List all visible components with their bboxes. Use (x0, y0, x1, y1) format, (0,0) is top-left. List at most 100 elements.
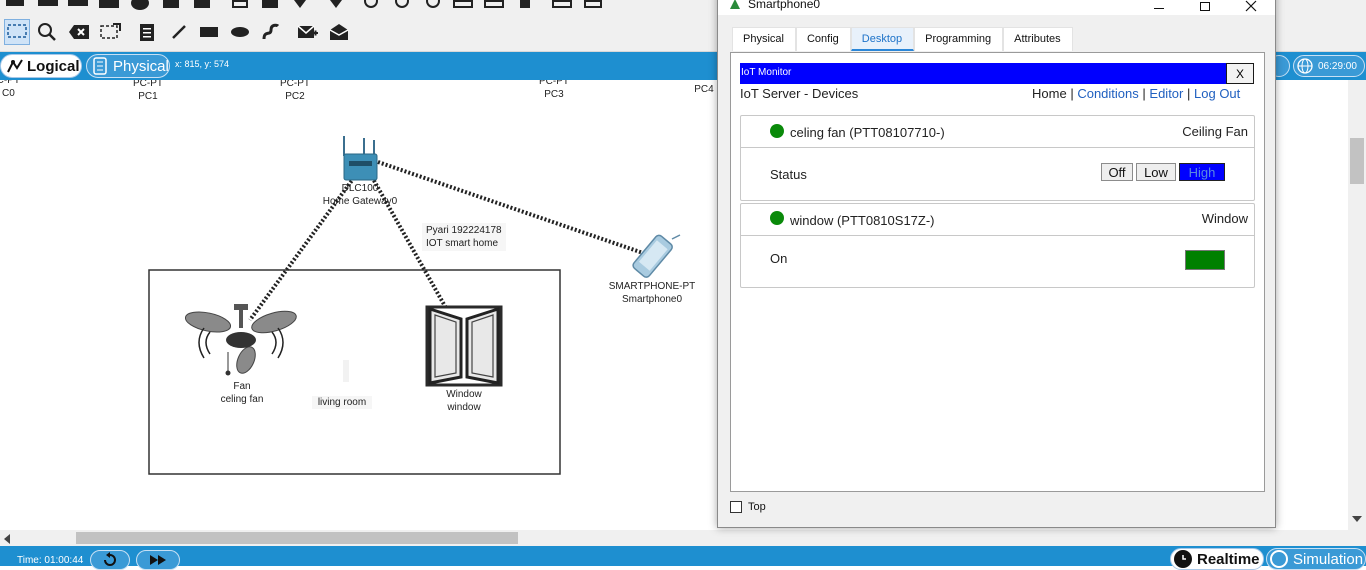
fast-forward-button[interactable] (136, 550, 180, 570)
toolbar-icon[interactable] (6, 0, 24, 6)
toolbar-icon[interactable] (262, 0, 278, 8)
freeform-icon[interactable] (260, 21, 282, 43)
iot-monitor-titlebar: IoT Monitor (740, 63, 1226, 84)
fan-label: Fan celing fan (212, 380, 272, 406)
device-card-header[interactable]: window (PTT0810S17Z-) Window (741, 204, 1254, 236)
status-dot-icon (770, 124, 784, 138)
pc2-name: PC2 (285, 91, 305, 102)
toolbar-icon[interactable] (68, 0, 88, 6)
minimize-button[interactable] (1144, 0, 1174, 13)
fan-high-option[interactable]: High (1179, 163, 1225, 181)
select-icon[interactable] (4, 19, 30, 45)
toolbar-icon[interactable] (163, 0, 179, 8)
scroll-down-arrow-icon[interactable] (1352, 516, 1362, 522)
tab-config[interactable]: Config (795, 27, 851, 51)
clock-time: 06:29:00 (1318, 60, 1357, 72)
physical-icon (91, 56, 109, 76)
clock-button[interactable]: 06:29:00 (1293, 55, 1365, 77)
toolbar-icon[interactable] (520, 0, 530, 8)
pc0-type: PC-PT (0, 80, 20, 86)
vertical-scrollbar[interactable] (1348, 80, 1366, 530)
physical-mode-button[interactable]: Physical (86, 54, 170, 78)
tab-physical[interactable]: Physical (732, 27, 796, 51)
nav-home[interactable]: Home (1032, 86, 1067, 101)
dialog-app-icon (728, 0, 742, 11)
dropdown-arrow-icon[interactable] (294, 0, 306, 8)
zoom-out-icon[interactable] (426, 0, 440, 8)
property-label: Status (770, 167, 807, 182)
maximize-button[interactable] (1190, 0, 1220, 13)
device-name: window (PTT0810S17Z-) (790, 213, 935, 228)
pc3-label: PC-PT PC3 (534, 80, 574, 101)
dialog-titlebar[interactable]: Smartphone0 (718, 0, 1275, 15)
gateway-type: DLC100 (341, 183, 379, 194)
toolbar-icon[interactable] (552, 0, 572, 8)
ceiling-fan-device[interactable] (184, 302, 298, 378)
toolbar-icon[interactable] (38, 0, 58, 6)
info-icon[interactable] (131, 0, 149, 10)
status-bar: Time: 01:00:44 Realtime Simulation (0, 546, 1366, 570)
pc2-label: PC-PT PC2 (275, 80, 315, 103)
iot-close-button[interactable]: X (1226, 63, 1254, 84)
nav-logout[interactable]: Log Out (1194, 86, 1240, 101)
logical-mode-button[interactable]: Logical (0, 54, 82, 78)
zoom-in-icon[interactable] (395, 0, 409, 8)
home-gateway-device[interactable] (340, 136, 380, 182)
toolbar-icon[interactable] (453, 0, 473, 8)
horizontal-scroll-thumb[interactable] (76, 532, 518, 544)
tab-desktop[interactable]: Desktop (850, 27, 915, 51)
minimize-icon (1154, 7, 1164, 9)
status-dot-icon (770, 211, 784, 225)
vertical-scroll-thumb[interactable] (1350, 138, 1364, 184)
toolbar-icon[interactable] (99, 0, 119, 8)
note-text[interactable]: Pyari 192224178 IOT smart home (422, 223, 506, 251)
top-checkbox[interactable] (730, 501, 742, 513)
smartphone-icon (632, 234, 681, 278)
zoom-icon[interactable] (364, 0, 378, 8)
reset-time-button[interactable] (90, 550, 130, 570)
tab-programming[interactable]: Programming (914, 27, 1004, 51)
ellipse-icon[interactable] (229, 21, 251, 43)
simulation-label: Simulation (1293, 550, 1364, 568)
note-icon[interactable] (136, 21, 158, 43)
realtime-label: Realtime (1197, 550, 1260, 568)
search-icon[interactable] (36, 21, 58, 43)
toolbar-icon[interactable] (584, 0, 602, 8)
simulation-button[interactable]: Simulation (1266, 548, 1366, 570)
top-checkbox-label: Top (748, 501, 766, 513)
dropdown-arrow-icon[interactable] (330, 0, 342, 8)
complex-pdu-icon[interactable] (327, 21, 351, 43)
window-device[interactable] (425, 305, 503, 387)
smartphone-device[interactable] (622, 233, 684, 281)
nav-editor[interactable]: Editor (1149, 86, 1183, 101)
tab-attributes[interactable]: Attributes (1003, 27, 1073, 51)
horizontal-scrollbar[interactable] (0, 530, 1366, 546)
realtime-button[interactable]: Realtime (1170, 548, 1264, 570)
pc1-label: PC-PT PC1 (128, 80, 168, 103)
nav-conditions[interactable]: Conditions (1077, 86, 1138, 101)
device-card-header[interactable]: celing fan (PTT08107710-) Ceiling Fan (741, 116, 1254, 148)
window-label: Window window (434, 388, 494, 414)
iot-nav: Home | Conditions | Editor | Log Out (1032, 86, 1240, 101)
room-label: living room (312, 396, 372, 409)
physical-mode-label: Physical (113, 57, 169, 75)
delete-icon[interactable] (67, 21, 91, 43)
toolbar-icon[interactable] (484, 0, 504, 8)
resize-icon[interactable] (98, 21, 122, 43)
cursor-coordinates: x: 815, y: 574 (175, 59, 230, 69)
ceiling-fan-icon (184, 304, 297, 376)
rectangle-icon[interactable] (198, 21, 220, 43)
device-type: Ceiling Fan (1182, 124, 1248, 139)
scroll-left-arrow-icon[interactable] (4, 534, 10, 544)
pc1-name: PC1 (138, 91, 158, 102)
fan-low-option[interactable]: Low (1136, 163, 1176, 181)
window-on-toggle[interactable] (1185, 250, 1225, 270)
dialog-tabs: Physical Config Desktop Programming Attr… (732, 27, 1073, 51)
toolbar-icon[interactable] (194, 0, 210, 8)
simple-pdu-icon[interactable] (296, 21, 320, 43)
close-button[interactable] (1236, 0, 1266, 13)
toolbar-icon[interactable] (232, 0, 248, 8)
clock-icon (1174, 550, 1192, 568)
line-icon[interactable] (168, 21, 190, 43)
fan-off-option[interactable]: Off (1101, 163, 1133, 181)
